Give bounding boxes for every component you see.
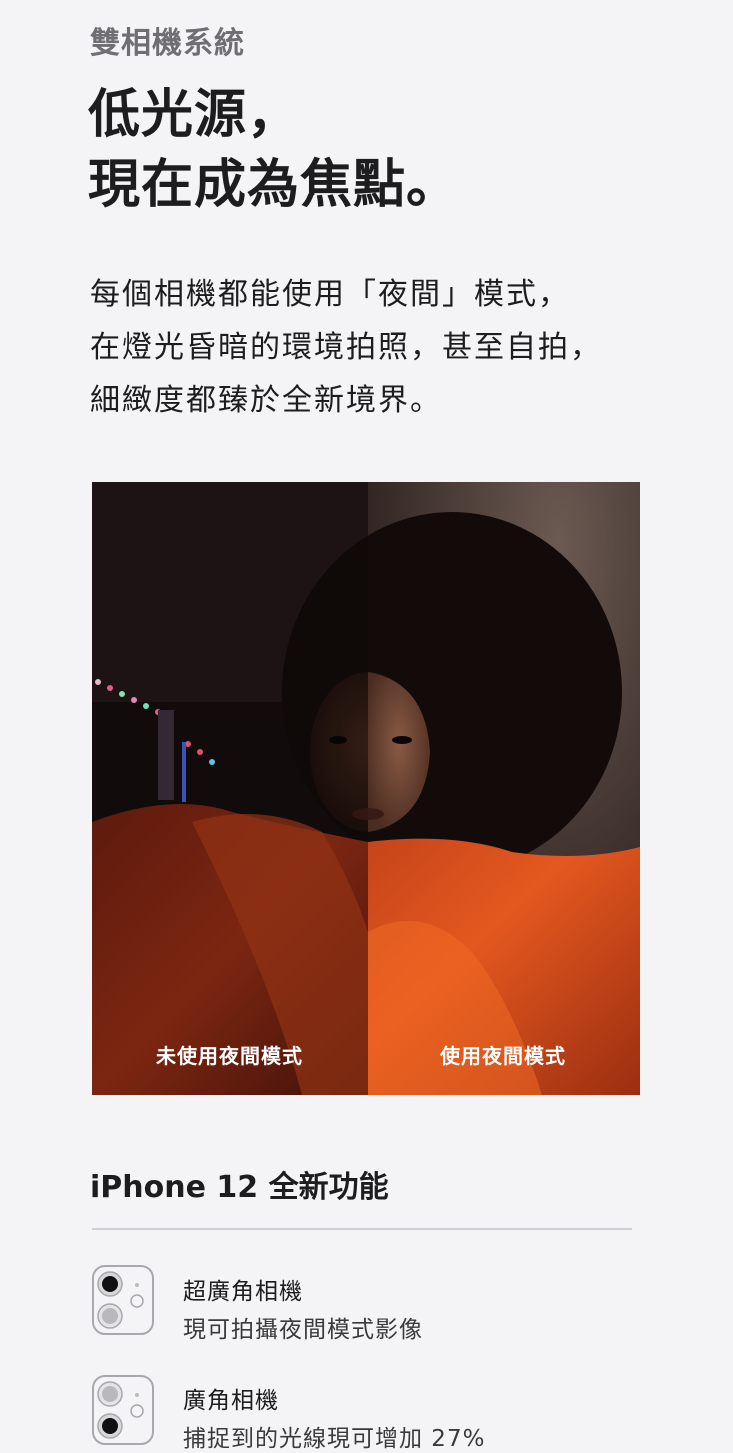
headline: 低光源， 現在成為焦點。	[88, 80, 459, 220]
label-without-night-mode: 未使用夜間模式	[156, 1044, 303, 1068]
features-title: iPhone 12 全新功能	[90, 1170, 389, 1205]
body-line-1: 每個相機都能使用「夜間」模式，	[90, 277, 570, 312]
features-divider	[92, 1228, 632, 1230]
feature-desc-ultra-wide: 現可拍攝夜間模式影像	[183, 1317, 423, 1343]
body-line-3: 細緻度都臻於全新境界。	[90, 383, 442, 418]
section-eyebrow: 雙相機系統	[90, 26, 245, 61]
feature-title-ultra-wide: 超廣角相機	[183, 1279, 303, 1305]
feature-title-wide: 廣角相機	[183, 1388, 279, 1414]
headline-line-2: 現在成為焦點。	[88, 155, 460, 215]
headline-line-1: 低光源，	[88, 85, 301, 145]
label-with-night-mode: 使用夜間模式	[440, 1044, 566, 1068]
body-copy: 每個相機都能使用「夜間」模式， 在燈光昏暗的環境拍照，甚至自拍， 細緻度都臻於全…	[90, 268, 602, 427]
wide-camera-icon	[91, 1374, 155, 1446]
ultra-wide-camera-icon	[91, 1264, 155, 1336]
night-mode-comparison-photo	[92, 482, 640, 1095]
body-line-2: 在燈光昏暗的環境拍照，甚至自拍，	[90, 330, 602, 365]
feature-desc-wide: 捕捉到的光線現可增加 27%	[183, 1426, 486, 1452]
